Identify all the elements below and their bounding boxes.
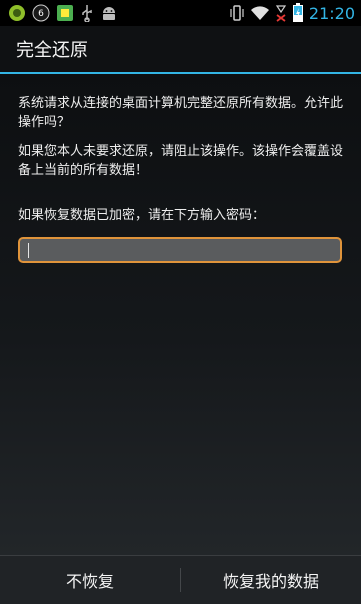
restore-request-message: 系统请求从连接的桌面计算机完整还原所有数据。允许此操作吗？	[18, 96, 344, 130]
dialog-content: 系统请求从连接的桌面计算机完整还原所有数据。允许此操作吗？ 如果您本人未要求还原…	[0, 74, 361, 556]
restore-my-data-button[interactable]: 恢复我的数据	[181, 556, 361, 604]
green-app-icon	[8, 4, 26, 22]
badge-icon: 6	[32, 4, 50, 22]
usb-icon	[80, 4, 94, 22]
wifi-icon	[250, 4, 270, 22]
vibrate-icon	[229, 4, 245, 22]
android-robot-icon	[100, 4, 118, 22]
android-app-icon	[56, 4, 74, 22]
dialog-title: 完全还原	[16, 40, 88, 61]
no-signal-icon	[275, 4, 287, 22]
password-field[interactable]	[18, 237, 342, 263]
status-time: 21:20	[308, 3, 355, 23]
password-prompt-label: 如果恢复数据已加密，请在下方输入密码：	[18, 208, 266, 223]
status-bar: 6 21:20	[0, 0, 361, 26]
restore-warning-message: 如果您本人未要求还原，请阻止该操作。该操作会覆盖设备上当前的所有数据！	[18, 144, 344, 178]
dialog-button-bar: 不恢复 恢复我的数据	[0, 555, 361, 604]
do-not-restore-button[interactable]: 不恢复	[0, 556, 180, 604]
battery-charging-icon	[292, 3, 304, 23]
password-input[interactable]	[20, 239, 340, 261]
notification-badge-count: 6	[38, 8, 44, 19]
text-cursor	[28, 243, 29, 258]
dialog-title-bar: 完全还原	[0, 26, 361, 74]
